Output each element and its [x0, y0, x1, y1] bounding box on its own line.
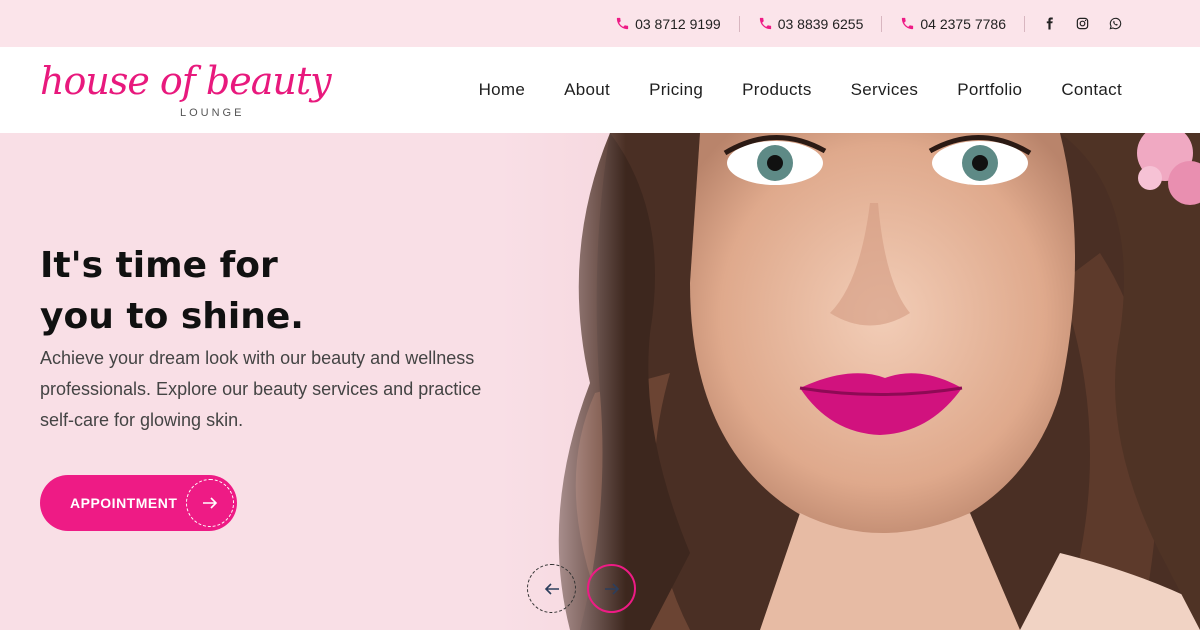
- social-links: [1043, 17, 1122, 30]
- main-navbar: house of beauty LOUNGE Home About Pricin…: [0, 47, 1200, 133]
- nav-services[interactable]: Services: [851, 80, 919, 100]
- nav-products[interactable]: Products: [742, 80, 812, 100]
- phone-3[interactable]: 04 2375 7786: [900, 16, 1006, 32]
- hero-description: Achieve your dream look with our beauty …: [40, 348, 482, 430]
- main-menu: Home About Pricing Products Services Por…: [479, 47, 1122, 133]
- top-bar: 03 8712 9199 03 8839 6255 04 2375 7786: [0, 0, 1200, 47]
- phone-number: 03 8712 9199: [635, 15, 721, 32]
- phone-icon: [902, 17, 914, 30]
- facebook-icon[interactable]: [1043, 17, 1056, 30]
- arrow-right-icon: [186, 479, 234, 527]
- phone-number: 04 2375 7786: [920, 15, 1006, 32]
- appointment-button[interactable]: APPOINTMENT: [40, 475, 237, 531]
- phone-1[interactable]: 03 8712 9199: [615, 16, 721, 32]
- logo-wordmark: house of beauty: [40, 59, 332, 103]
- hero-headline-line1: It's time for: [40, 245, 278, 286]
- phone-number: 03 8839 6255: [777, 15, 864, 32]
- hero-headline-line2: you to shine.: [40, 296, 304, 337]
- instagram-icon[interactable]: [1076, 17, 1089, 30]
- hero-section: It's time for you to shine. Achieve your…: [0, 133, 1200, 630]
- hero-portrait-image: [500, 133, 1200, 630]
- logo-subtitle: LOUNGE: [180, 107, 245, 119]
- appointment-button-label: APPOINTMENT: [70, 495, 178, 511]
- nav-pricing[interactable]: Pricing: [649, 80, 703, 100]
- nav-contact[interactable]: Contact: [1061, 80, 1122, 100]
- contact-bar: 03 8712 9199 03 8839 6255 04 2375 7786: [615, 0, 1122, 47]
- slider-next-button[interactable]: [587, 564, 636, 613]
- slider-prev-button[interactable]: [527, 564, 576, 613]
- arrow-left-icon: [544, 582, 559, 595]
- divider: [738, 15, 740, 32]
- divider: [881, 15, 883, 32]
- nav-portfolio[interactable]: Portfolio: [957, 80, 1022, 100]
- hero-headline: It's time for you to shine.: [40, 240, 500, 342]
- logo[interactable]: house of beauty LOUNGE: [40, 57, 332, 123]
- arrow-right-icon: [604, 582, 619, 595]
- divider: [1024, 15, 1025, 32]
- phone-2[interactable]: 03 8839 6255: [758, 15, 864, 32]
- phone-icon: [759, 17, 771, 30]
- whatsapp-icon[interactable]: [1109, 17, 1122, 30]
- nav-about[interactable]: About: [564, 80, 610, 100]
- nav-home[interactable]: Home: [479, 80, 526, 100]
- phone-icon: [616, 17, 629, 30]
